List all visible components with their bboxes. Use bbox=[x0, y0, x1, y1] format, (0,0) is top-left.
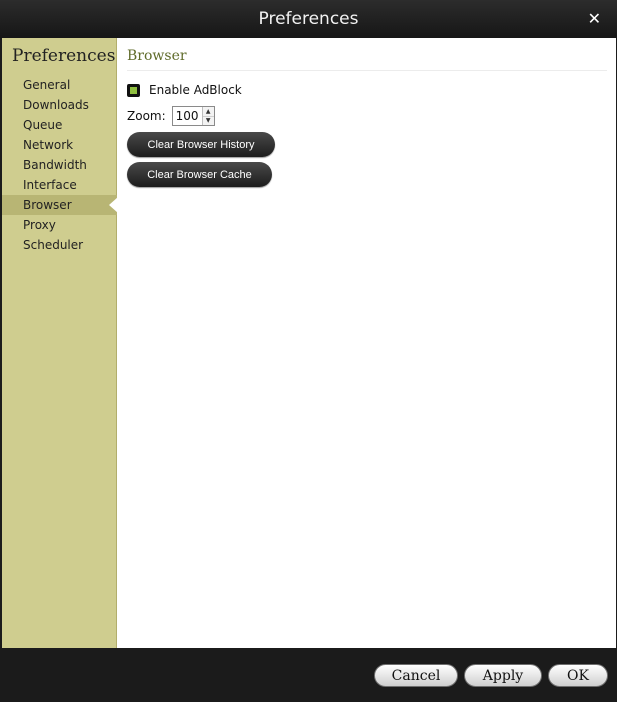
active-item-pointer bbox=[109, 197, 118, 213]
footer-bar: Cancel Apply OK bbox=[0, 648, 617, 702]
adblock-checkbox[interactable] bbox=[127, 83, 140, 97]
clear-cache-button[interactable]: Clear Browser Cache bbox=[127, 162, 272, 187]
sidebar-item-browser[interactable]: Browser bbox=[2, 195, 117, 215]
sidebar-item-queue[interactable]: Queue bbox=[2, 115, 117, 135]
close-icon[interactable]: ✕ bbox=[588, 0, 601, 38]
sidebar-item-interface[interactable]: Interface bbox=[2, 175, 117, 195]
content-area: Preferences General Downloads Queue Netw… bbox=[2, 38, 616, 648]
title-bar: Preferences ✕ bbox=[0, 0, 617, 38]
zoom-row: Zoom: ▲ ▼ bbox=[127, 106, 215, 126]
zoom-stepper: ▲ ▼ bbox=[171, 106, 215, 126]
sidebar-item-scheduler[interactable]: Scheduler bbox=[2, 235, 117, 255]
sidebar-title: Preferences bbox=[12, 46, 116, 66]
sidebar-item-bandwidth[interactable]: Bandwidth bbox=[2, 155, 117, 175]
cancel-button[interactable]: Cancel bbox=[374, 664, 458, 687]
sidebar-item-general[interactable]: General bbox=[2, 75, 117, 95]
section-title: Browser bbox=[127, 48, 607, 71]
sidebar-nav: General Downloads Queue Network Bandwidt… bbox=[2, 75, 117, 255]
apply-button[interactable]: Apply bbox=[464, 664, 542, 687]
sidebar-item-proxy[interactable]: Proxy bbox=[2, 215, 117, 235]
zoom-input[interactable] bbox=[172, 107, 202, 125]
sidebar: Preferences General Downloads Queue Netw… bbox=[2, 38, 117, 648]
adblock-label[interactable]: Enable AdBlock bbox=[149, 83, 242, 97]
ok-button[interactable]: OK bbox=[548, 664, 608, 687]
chevron-down-icon[interactable]: ▼ bbox=[202, 115, 214, 125]
clear-history-button[interactable]: Clear Browser History bbox=[127, 132, 275, 157]
chevron-up-icon[interactable]: ▲ bbox=[202, 107, 214, 116]
window-title: Preferences bbox=[258, 9, 359, 29]
browser-panel: Browser Enable AdBlock Zoom: ▲ ▼ Clear B… bbox=[127, 38, 608, 648]
check-mark-icon bbox=[130, 86, 137, 94]
zoom-spin-buttons: ▲ ▼ bbox=[201, 107, 214, 125]
sidebar-item-network[interactable]: Network bbox=[2, 135, 117, 155]
adblock-row: Enable AdBlock bbox=[127, 82, 242, 98]
zoom-label: Zoom: bbox=[127, 109, 166, 123]
preferences-window: Preferences ✕ Preferences General Downlo… bbox=[0, 0, 617, 702]
sidebar-item-downloads[interactable]: Downloads bbox=[2, 95, 117, 115]
